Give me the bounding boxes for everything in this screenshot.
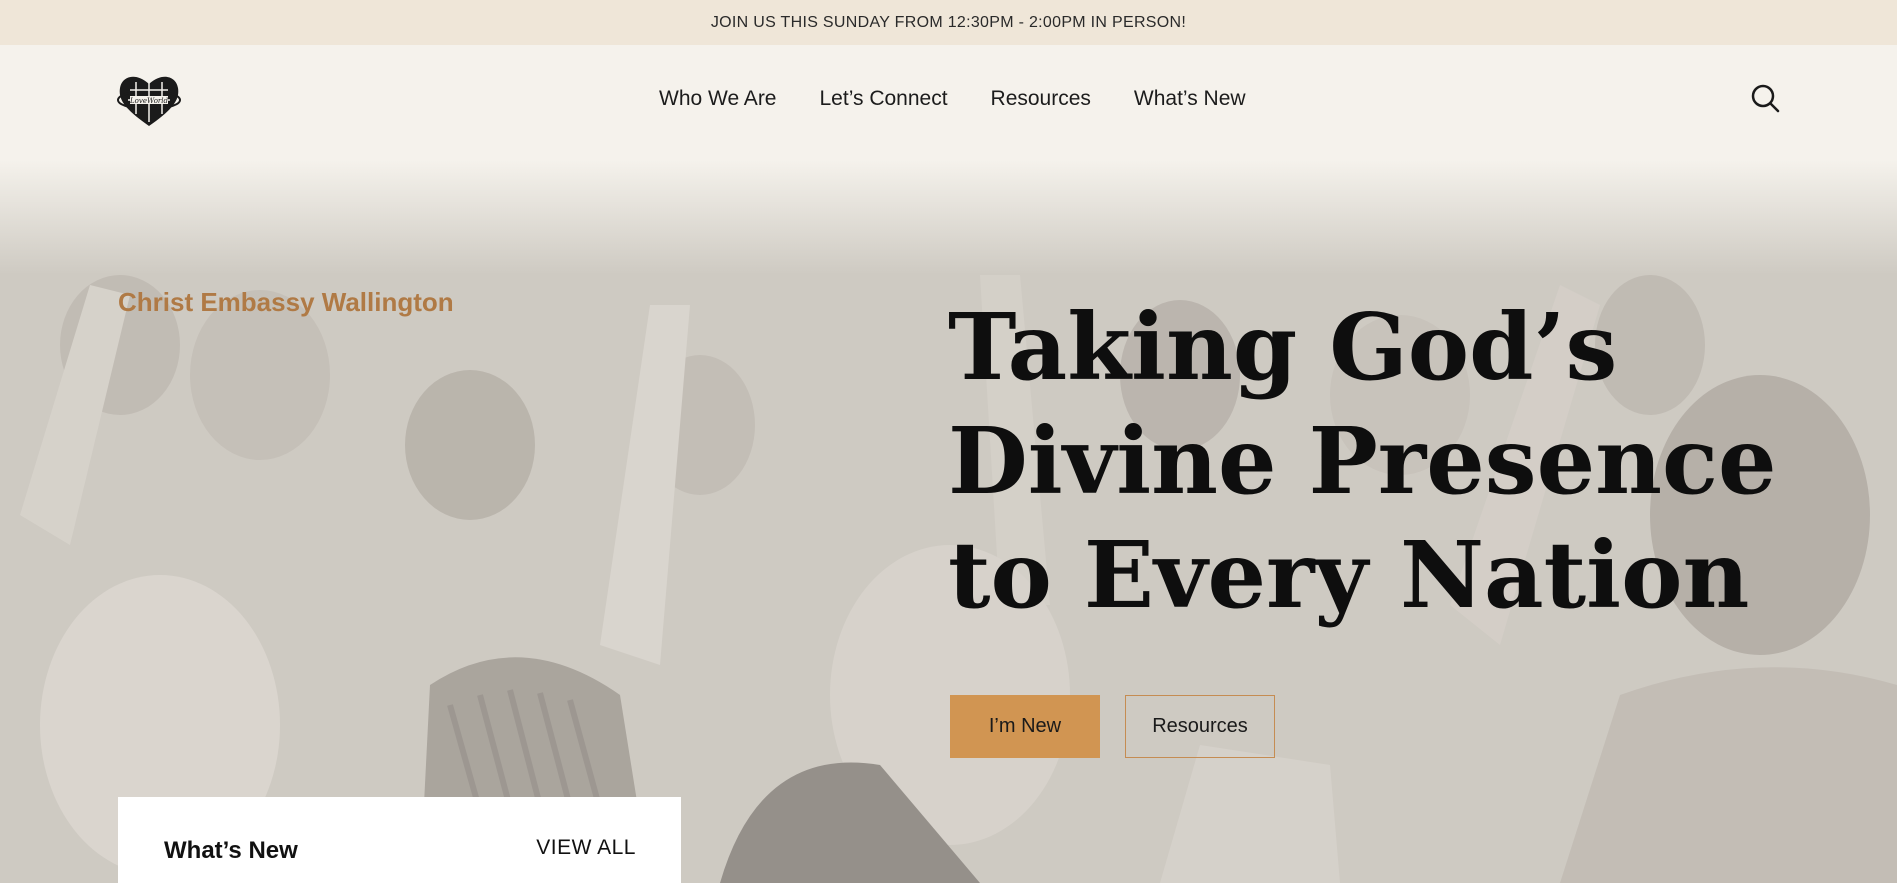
nav-lets-connect[interactable]: Let’s Connect bbox=[820, 87, 948, 111]
view-all-link[interactable]: VIEW ALL bbox=[536, 836, 636, 860]
site-header: LoveWorld Who We Are Let’s Connect Resou… bbox=[0, 45, 1897, 155]
loveworld-heart-globe-logo[interactable]: LoveWorld bbox=[116, 70, 182, 130]
resources-button[interactable]: Resources bbox=[1125, 695, 1275, 758]
nav-who-we-are[interactable]: Who We Are bbox=[659, 87, 777, 111]
search-icon[interactable] bbox=[1750, 83, 1780, 113]
whats-new-card: What’s New VIEW ALL bbox=[118, 797, 681, 883]
nav-whats-new[interactable]: What’s New bbox=[1134, 87, 1246, 111]
im-new-button[interactable]: I’m New bbox=[950, 695, 1100, 758]
nav-resources[interactable]: Resources bbox=[991, 87, 1091, 111]
svg-text:LoveWorld: LoveWorld bbox=[129, 97, 168, 105]
announcement-bar: JOIN US THIS SUNDAY FROM 12:30PM - 2:00P… bbox=[0, 0, 1897, 45]
main-nav: Who We Are Let’s Connect Resources What’… bbox=[659, 87, 1246, 111]
hero-headline: Taking God’s Divine Presence to Every Na… bbox=[948, 293, 1777, 629]
announcement-text: JOIN US THIS SUNDAY FROM 12:30PM - 2:00P… bbox=[710, 13, 1187, 31]
church-name: Christ Embassy Wallington bbox=[118, 287, 454, 317]
whats-new-title: What’s New bbox=[164, 837, 298, 864]
